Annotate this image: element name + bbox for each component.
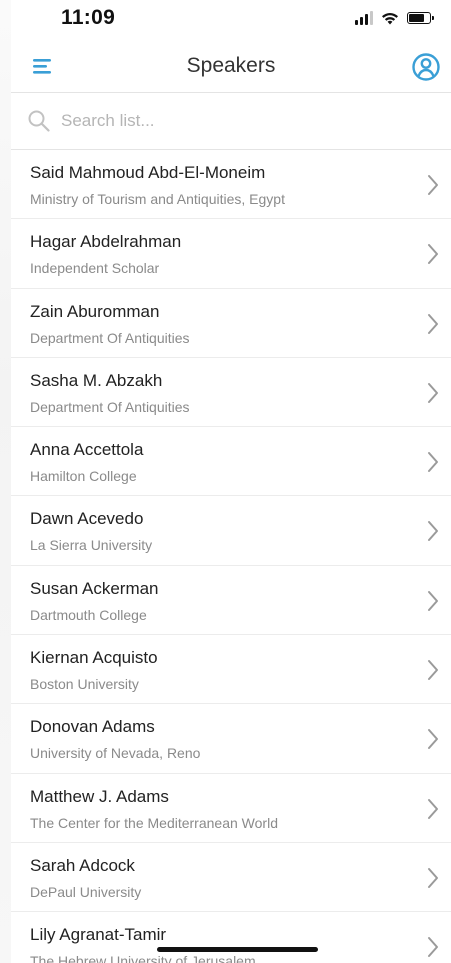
chevron-right-icon bbox=[428, 244, 438, 265]
menu-button[interactable] bbox=[29, 54, 55, 78]
speakers-list: Said Mahmoud Abd-El-Moneim Ministry of T… bbox=[11, 150, 451, 963]
hamburger-icon bbox=[33, 59, 51, 74]
search-icon bbox=[28, 110, 50, 132]
search-bar bbox=[11, 93, 451, 150]
list-item[interactable]: Matthew J. Adams The Center for the Medi… bbox=[11, 774, 451, 843]
list-item[interactable]: Kiernan Acquisto Boston University bbox=[11, 635, 451, 705]
speaker-affiliation: Hamilton College bbox=[30, 468, 137, 485]
list-item[interactable]: Said Mahmoud Abd-El-Moneim Ministry of T… bbox=[11, 150, 451, 220]
speaker-affiliation: University of Nevada, Reno bbox=[30, 745, 201, 762]
list-item[interactable]: Susan Ackerman Dartmouth College bbox=[11, 566, 451, 636]
speaker-name: Kiernan Acquisto bbox=[30, 648, 158, 668]
chevron-right-icon bbox=[428, 452, 438, 473]
speaker-name: Anna Accettola bbox=[30, 440, 144, 460]
chevron-right-icon bbox=[428, 867, 438, 888]
cellular-signal-icon bbox=[355, 11, 373, 25]
list-item[interactable]: Hagar Abdelrahman Independent Scholar bbox=[11, 219, 451, 289]
status-time: 11:09 bbox=[61, 6, 116, 29]
background-strip bbox=[0, 0, 11, 963]
chevron-right-icon bbox=[428, 729, 438, 750]
speaker-affiliation: The Center for the Mediterranean World bbox=[30, 814, 278, 831]
chevron-right-icon bbox=[428, 175, 438, 195]
speaker-name: Sarah Adcock bbox=[30, 855, 135, 875]
speaker-name: Sasha M. Abzakh bbox=[30, 370, 163, 390]
speaker-name: Lily Agranat-Tamir bbox=[30, 925, 167, 945]
page-title: Speakers bbox=[186, 54, 276, 77]
speaker-affiliation: La Sierra University bbox=[30, 537, 153, 554]
speaker-name: Dawn Acevedo bbox=[30, 509, 144, 529]
speaker-name: Donovan Adams bbox=[30, 717, 155, 737]
list-item[interactable]: Sasha M. Abzakh Department Of Antiquitie… bbox=[11, 358, 451, 428]
chevron-right-icon bbox=[428, 798, 438, 819]
navigation-bar: Speakers bbox=[11, 40, 451, 93]
status-icons bbox=[355, 10, 434, 26]
list-item[interactable]: Dawn Acevedo La Sierra University bbox=[11, 496, 451, 566]
chevron-right-icon bbox=[428, 590, 438, 611]
speaker-affiliation: Department Of Antiquities bbox=[30, 329, 190, 346]
home-indicator[interactable] bbox=[157, 947, 318, 952]
speaker-name: Susan Ackerman bbox=[30, 578, 159, 598]
speaker-name: Said Mahmoud Abd-El-Moneim bbox=[30, 163, 266, 182]
speaker-name: Zain Aburomman bbox=[30, 301, 160, 321]
battery-icon bbox=[407, 12, 434, 24]
speaker-affiliation: Dartmouth College bbox=[30, 606, 147, 623]
profile-button[interactable] bbox=[411, 52, 441, 82]
user-circle-icon bbox=[412, 53, 440, 81]
chevron-right-icon bbox=[428, 937, 438, 958]
speaker-affiliation: Boston University bbox=[30, 676, 139, 693]
speaker-name: Matthew J. Adams bbox=[30, 786, 169, 806]
speaker-affiliation: DePaul University bbox=[30, 883, 142, 900]
speaker-affiliation: Independent Scholar bbox=[30, 260, 160, 277]
list-item[interactable]: Lily Agranat-Tamir The Hebrew University… bbox=[11, 912, 451, 963]
speaker-affiliation: The Hebrew University of Jerusalem bbox=[30, 953, 256, 963]
speaker-affiliation: Ministry of Tourism and Antiquities, Egy… bbox=[30, 191, 285, 207]
chevron-right-icon bbox=[428, 382, 438, 403]
speaker-affiliation: Department Of Antiquities bbox=[30, 398, 190, 415]
list-item[interactable]: Sarah Adcock DePaul University bbox=[11, 843, 451, 913]
chevron-right-icon bbox=[428, 521, 438, 542]
search-input[interactable] bbox=[61, 107, 401, 135]
list-item[interactable]: Zain Aburomman Department Of Antiquities bbox=[11, 289, 451, 358]
chevron-right-icon bbox=[428, 660, 438, 681]
speaker-name: Hagar Abdelrahman bbox=[30, 232, 182, 252]
wifi-icon bbox=[382, 13, 398, 25]
list-item[interactable]: Anna Accettola Hamilton College bbox=[11, 427, 451, 497]
list-item[interactable]: Donovan Adams University of Nevada, Reno bbox=[11, 704, 451, 774]
chevron-right-icon bbox=[428, 313, 438, 334]
status-bar: 11:09 bbox=[0, 0, 451, 40]
